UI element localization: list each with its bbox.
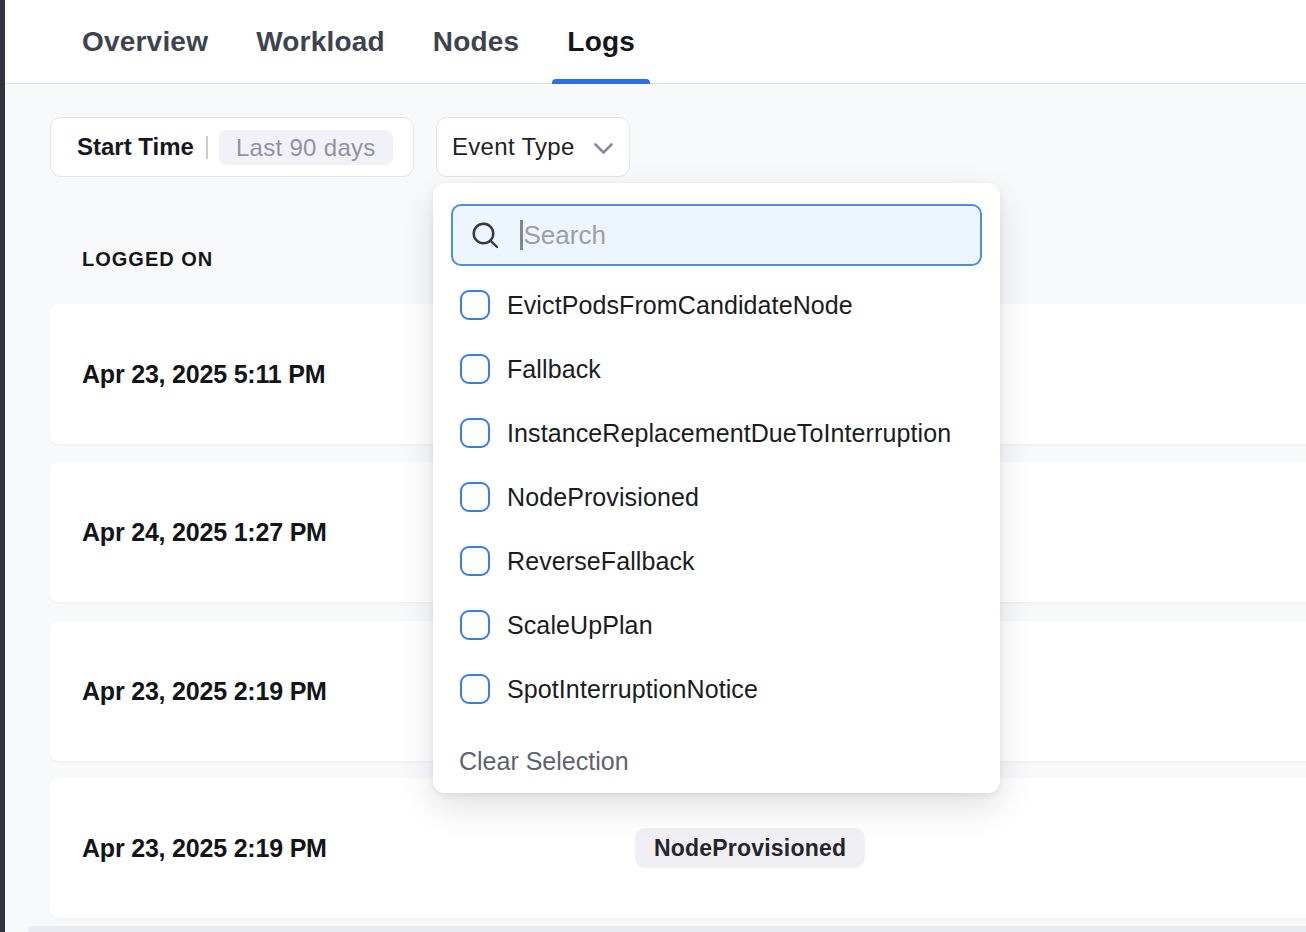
option-scaleupplan[interactable]: ScaleUpPlan: [433, 593, 1000, 657]
window-left-edge: [0, 0, 5, 932]
event-type-label: Event Type: [452, 133, 575, 161]
logged-on-cell: Apr 24, 2025 1:27 PM: [82, 518, 327, 547]
filter-bar: Start Time Last 90 days Event Type: [50, 117, 630, 177]
text-cursor: [520, 220, 523, 250]
checkbox[interactable]: [460, 546, 490, 576]
option-reversefallback[interactable]: ReverseFallback: [433, 529, 1000, 593]
checkbox[interactable]: [460, 482, 490, 512]
checkbox[interactable]: [460, 674, 490, 704]
logged-on-cell: Apr 23, 2025 2:19 PM: [82, 834, 327, 863]
search-placeholder: Search: [524, 220, 606, 251]
event-type-dropdown-panel: Search EvictPodsFromCandidateNode Fallba…: [433, 183, 1000, 793]
horizontal-scrollbar[interactable]: [28, 926, 1306, 932]
chevron-down-icon: [593, 142, 614, 155]
column-header-logged-on: LOGGED ON: [82, 248, 213, 271]
event-type-filter-button[interactable]: Event Type: [436, 117, 630, 177]
tab-bar: Overview Workload Nodes Logs: [0, 0, 1306, 84]
search-icon: [472, 222, 499, 249]
checkbox[interactable]: [460, 290, 490, 320]
event-type-badge: NodeProvisioned: [635, 828, 865, 868]
start-time-label: Start Time: [77, 133, 194, 161]
logged-on-cell: Apr 23, 2025 5:11 PM: [82, 360, 325, 389]
tab-overview[interactable]: Overview: [82, 0, 208, 84]
log-row[interactable]: Apr 23, 2025 2:19 PM NodeProvisioned: [49, 778, 1306, 918]
event-type-options: EvictPodsFromCandidateNode Fallback Inst…: [433, 273, 1000, 721]
start-time-filter-button[interactable]: Start Time Last 90 days: [50, 117, 414, 177]
option-evictpodsfromcandidatenode[interactable]: EvictPodsFromCandidateNode: [433, 273, 1000, 337]
option-instancereplacementduetointerruption[interactable]: InstanceReplacementDueToInterruption: [433, 401, 1000, 465]
checkbox[interactable]: [460, 354, 490, 384]
option-nodeprovisioned[interactable]: NodeProvisioned: [433, 465, 1000, 529]
checkbox[interactable]: [460, 418, 490, 448]
clear-selection-button[interactable]: Clear Selection: [459, 747, 629, 776]
checkbox[interactable]: [460, 610, 490, 640]
option-fallback[interactable]: Fallback: [433, 337, 1000, 401]
start-time-value: Last 90 days: [219, 130, 393, 165]
tab-nodes[interactable]: Nodes: [433, 0, 520, 84]
dropdown-search-field[interactable]: Search: [451, 204, 982, 266]
filter-divider: [206, 136, 208, 159]
logged-on-cell: Apr 23, 2025 2:19 PM: [82, 677, 327, 706]
tab-workload[interactable]: Workload: [256, 0, 385, 84]
option-spotinterruptionnotice[interactable]: SpotInterruptionNotice: [433, 657, 1000, 721]
tab-logs[interactable]: Logs: [567, 0, 635, 84]
